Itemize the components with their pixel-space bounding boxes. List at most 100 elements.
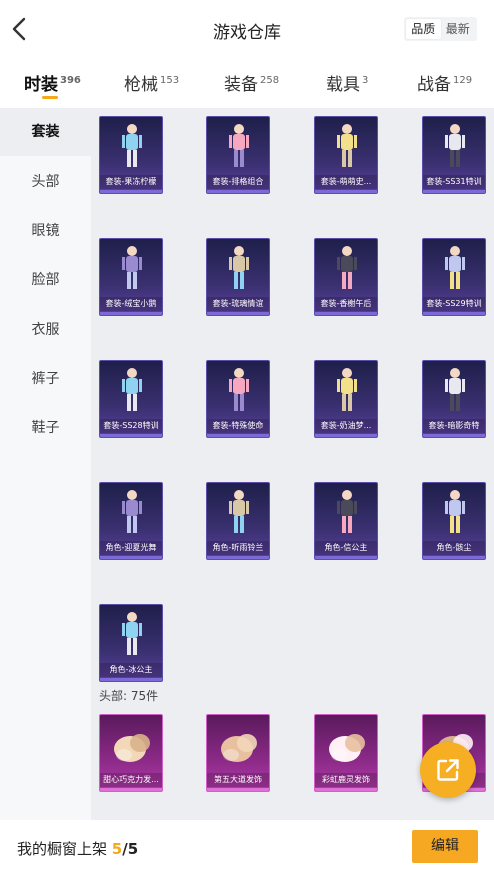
outfit-item-card[interactable]: 套装-奶油梦...	[314, 360, 378, 438]
sidebar-item-pants[interactable]: 裤子	[0, 355, 91, 403]
outfit-item-name: 套装-萌萌史...	[315, 175, 377, 189]
outfit-item-card[interactable]: 角色-听雨铃兰	[206, 482, 270, 560]
sort-quality-option[interactable]: 品质	[406, 19, 441, 39]
outfit-item-card[interactable]: 角色-迎夏光舞	[99, 482, 163, 560]
rarity-bar	[315, 312, 377, 315]
head-section-label: 头部: 75件	[99, 689, 159, 703]
head-item-image	[100, 715, 162, 773]
rarity-bar	[315, 556, 377, 559]
outfit-item-image	[315, 239, 377, 297]
tab-label: 时装	[24, 75, 58, 95]
outfit-item-name: 套装-SS29特训	[423, 297, 485, 311]
outfit-item-card[interactable]: 套装-排格组合	[206, 116, 270, 194]
rarity-bar	[315, 788, 377, 791]
outfit-item-name: 套装-琉璃情谊	[207, 297, 269, 311]
sidebar-item-suits[interactable]: 套装	[0, 108, 91, 156]
outfit-item-name: 角色-冰公主	[100, 663, 162, 677]
showcase-bar: 我的橱窗上架 5/5 编辑	[0, 820, 494, 875]
tab-guns[interactable]: 枪械 153	[124, 70, 179, 95]
outfit-item-name: 套装-奶油梦...	[315, 419, 377, 433]
outfit-item-card[interactable]: 套装-绒宝小鹅	[99, 238, 163, 316]
category-tabs: 时装 396 枪械 153 装备 258 载具 3 战备 129	[0, 58, 494, 108]
edit-button[interactable]: 编辑	[412, 830, 478, 863]
outfit-item-image	[423, 483, 485, 541]
outfit-item-name: 套装-排格组合	[207, 175, 269, 189]
rarity-bar	[100, 434, 162, 437]
showcase-total-count: /5	[122, 840, 139, 858]
rarity-bar	[100, 190, 162, 193]
outfit-item-card[interactable]: 套装-萌萌史...	[314, 116, 378, 194]
tab-vehicles[interactable]: 载具 3	[326, 70, 368, 95]
outfit-item-card[interactable]: 角色-信公主	[314, 482, 378, 560]
outfit-item-image	[207, 361, 269, 419]
sidebar-item-face[interactable]: 脸部	[0, 256, 91, 304]
sidebar-item-head[interactable]: 头部	[0, 158, 91, 206]
tab-supplies[interactable]: 战备 129	[417, 70, 472, 95]
outfit-item-card[interactable]: 角色-冰公主	[99, 604, 163, 682]
head-item-card[interactable]: 甜心巧克力发...	[99, 714, 163, 792]
rarity-bar	[100, 678, 162, 681]
share-icon	[437, 759, 459, 781]
tab-label: 载具	[326, 75, 360, 95]
rarity-bar	[315, 190, 377, 193]
rarity-bar	[207, 556, 269, 559]
rarity-bar	[207, 788, 269, 791]
outfit-item-card[interactable]: 角色-骸尘	[422, 482, 486, 560]
active-tab-indicator	[42, 96, 58, 99]
outfit-item-image	[315, 361, 377, 419]
outfit-item-image	[100, 117, 162, 175]
outfit-item-image	[100, 483, 162, 541]
outfit-item-image	[315, 483, 377, 541]
outfit-item-image	[423, 361, 485, 419]
outfit-item-card[interactable]: 套装-特殊使命	[206, 360, 270, 438]
tab-label: 枪械	[124, 75, 158, 95]
outfit-item-card[interactable]: 套装-SS28特训	[99, 360, 163, 438]
tab-count: 396	[60, 75, 81, 86]
rarity-bar	[207, 190, 269, 193]
rarity-bar	[423, 190, 485, 193]
outfit-item-name: 角色-听雨铃兰	[207, 541, 269, 555]
sort-latest-option[interactable]: 最新	[441, 19, 476, 39]
outfit-item-image	[207, 483, 269, 541]
head-item-card[interactable]: 彩虹鹿灵发饰	[314, 714, 378, 792]
outfit-item-name: 角色-骸尘	[423, 541, 485, 555]
header: 游戏仓库 品质 最新	[0, 0, 494, 58]
outfit-item-name: 套装-果冻柠檬	[100, 175, 162, 189]
outfit-item-image	[100, 239, 162, 297]
outfit-item-name: 套装-SS31特训	[423, 175, 485, 189]
outfit-item-card[interactable]: 套装-SS29特训	[422, 238, 486, 316]
outfit-item-card[interactable]: 套装-SS31特训	[422, 116, 486, 194]
sidebar-item-shoes[interactable]: 鞋子	[0, 404, 91, 452]
tab-count: 129	[453, 75, 473, 86]
tab-fashion[interactable]: 时装 396	[24, 70, 81, 95]
sidebar-item-clothes[interactable]: 衣服	[0, 306, 91, 354]
outfit-item-name: 套装-特殊使命	[207, 419, 269, 433]
outfit-item-card[interactable]: 套装-果冻柠檬	[99, 116, 163, 194]
head-item-card[interactable]: 第五大道发饰	[206, 714, 270, 792]
outfit-item-image	[423, 117, 485, 175]
tab-equipment[interactable]: 装备 258	[224, 70, 279, 95]
outfit-item-card[interactable]: 套装-琉璃情谊	[206, 238, 270, 316]
outfit-item-name: 套装-SS28特训	[100, 419, 162, 433]
outfit-item-name: 角色-迎夏光舞	[100, 541, 162, 555]
share-button[interactable]	[420, 742, 476, 798]
outfit-item-card[interactable]: 套装-香榭午后	[314, 238, 378, 316]
sidebar-item-glasses[interactable]: 眼镜	[0, 207, 91, 255]
rarity-bar	[423, 312, 485, 315]
tab-label: 战备	[417, 75, 451, 95]
outfit-item-card[interactable]: 套装-暗影奇特	[422, 360, 486, 438]
sort-toggle[interactable]: 品质 最新	[404, 17, 477, 41]
outfit-item-image	[315, 117, 377, 175]
head-item-name: 甜心巧克力发...	[100, 773, 162, 787]
showcase-status: 我的橱窗上架 5/5	[17, 838, 138, 859]
head-item-name: 第五大道发饰	[207, 773, 269, 787]
rarity-bar	[207, 434, 269, 437]
rarity-bar	[100, 312, 162, 315]
tab-count: 258	[260, 75, 280, 86]
head-item-image	[207, 715, 269, 773]
outfit-item-name: 套装-绒宝小鹅	[100, 297, 162, 311]
outfit-item-name: 角色-信公主	[315, 541, 377, 555]
rarity-bar	[315, 434, 377, 437]
outfit-item-name: 套装-香榭午后	[315, 297, 377, 311]
outfit-item-image	[207, 117, 269, 175]
